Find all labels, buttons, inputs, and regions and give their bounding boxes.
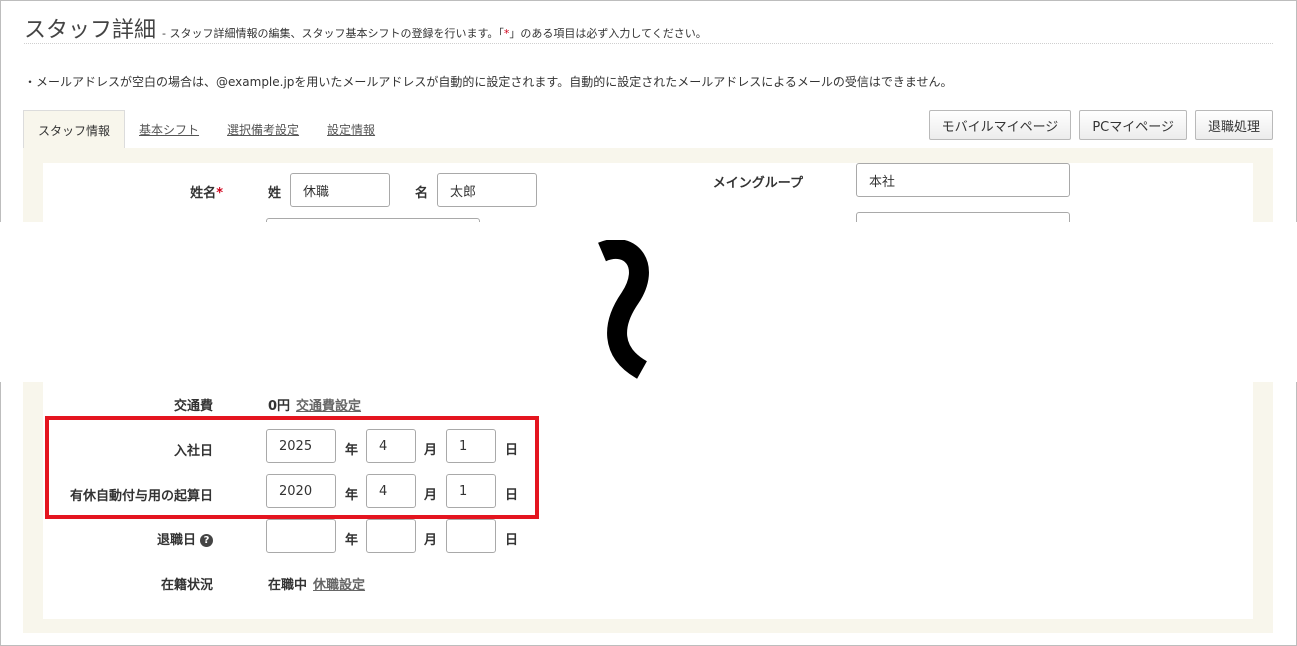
page-subtitle: - スタッフ詳細情報の編集、スタッフ基本シフトの登録を行います。「*」のある項目… — [162, 27, 707, 40]
sei-input[interactable] — [290, 173, 390, 207]
tab-bar: スタッフ情報 基本シフト 選択備考設定 設定情報 — [23, 110, 389, 148]
retire-date-year-input[interactable] — [266, 519, 336, 553]
form-panel-top: 姓名* 姓 名 メイングループ — [23, 148, 1273, 222]
mei-input[interactable] — [437, 173, 537, 207]
form-area-top: 姓名* 姓 名 メイングループ — [43, 163, 1253, 222]
main-group-label: メイングループ — [712, 176, 803, 191]
sei-label: 姓 — [268, 186, 282, 201]
tab-remarks-settings[interactable]: 選択備考設定 — [213, 110, 313, 148]
transport-settings-link[interactable]: 交通費設定 — [296, 399, 361, 414]
tab-settings-info[interactable]: 設定情報 — [313, 110, 389, 148]
header-buttons: モバイルマイページ PCマイページ 退職処理 — [928, 110, 1273, 140]
retire-year-unit: 年 — [345, 533, 359, 548]
highlight-box — [45, 416, 539, 519]
retire-date-label: 退職日? — [157, 529, 213, 548]
page-header: スタッフ詳細 - スタッフ詳細情報の編集、スタッフ基本シフトの登録を行います。「*… — [24, 12, 1273, 44]
retire-day-unit: 日 — [505, 533, 519, 548]
page-title: スタッフ詳細 — [24, 18, 157, 43]
main-group-input[interactable] — [856, 163, 1070, 197]
transport-label: 交通費 — [173, 399, 213, 414]
leave-settings-link[interactable]: 休職設定 — [313, 578, 365, 593]
tab-staff-info[interactable]: スタッフ情報 — [23, 110, 126, 148]
status-value: 在職中 休職設定 — [268, 578, 366, 593]
sub-group-input[interactable] — [856, 212, 1070, 222]
omission-squiggle-icon — [598, 240, 649, 379]
retire-date-month-input[interactable] — [366, 519, 416, 553]
retire-date-day-input[interactable] — [446, 519, 496, 553]
mobile-mypage-button[interactable]: モバイルマイページ — [928, 110, 1072, 140]
tab-basic-shift[interactable]: 基本シフト — [125, 110, 213, 148]
retire-month-unit: 月 — [424, 533, 438, 548]
status-label: 在籍状況 — [160, 578, 213, 593]
mei-label: 名 — [415, 186, 429, 201]
pc-mypage-button[interactable]: PCマイページ — [1079, 110, 1187, 140]
transport-value: 0円 交通費設定 — [268, 399, 362, 414]
retire-process-button[interactable]: 退職処理 — [1194, 110, 1273, 140]
help-icon[interactable]: ? — [200, 534, 213, 547]
name-label: 姓名* — [190, 186, 223, 201]
email-notice: ・メールアドレスが空白の場合は、@example.jpを用いたメールアドレスが自… — [24, 75, 953, 89]
